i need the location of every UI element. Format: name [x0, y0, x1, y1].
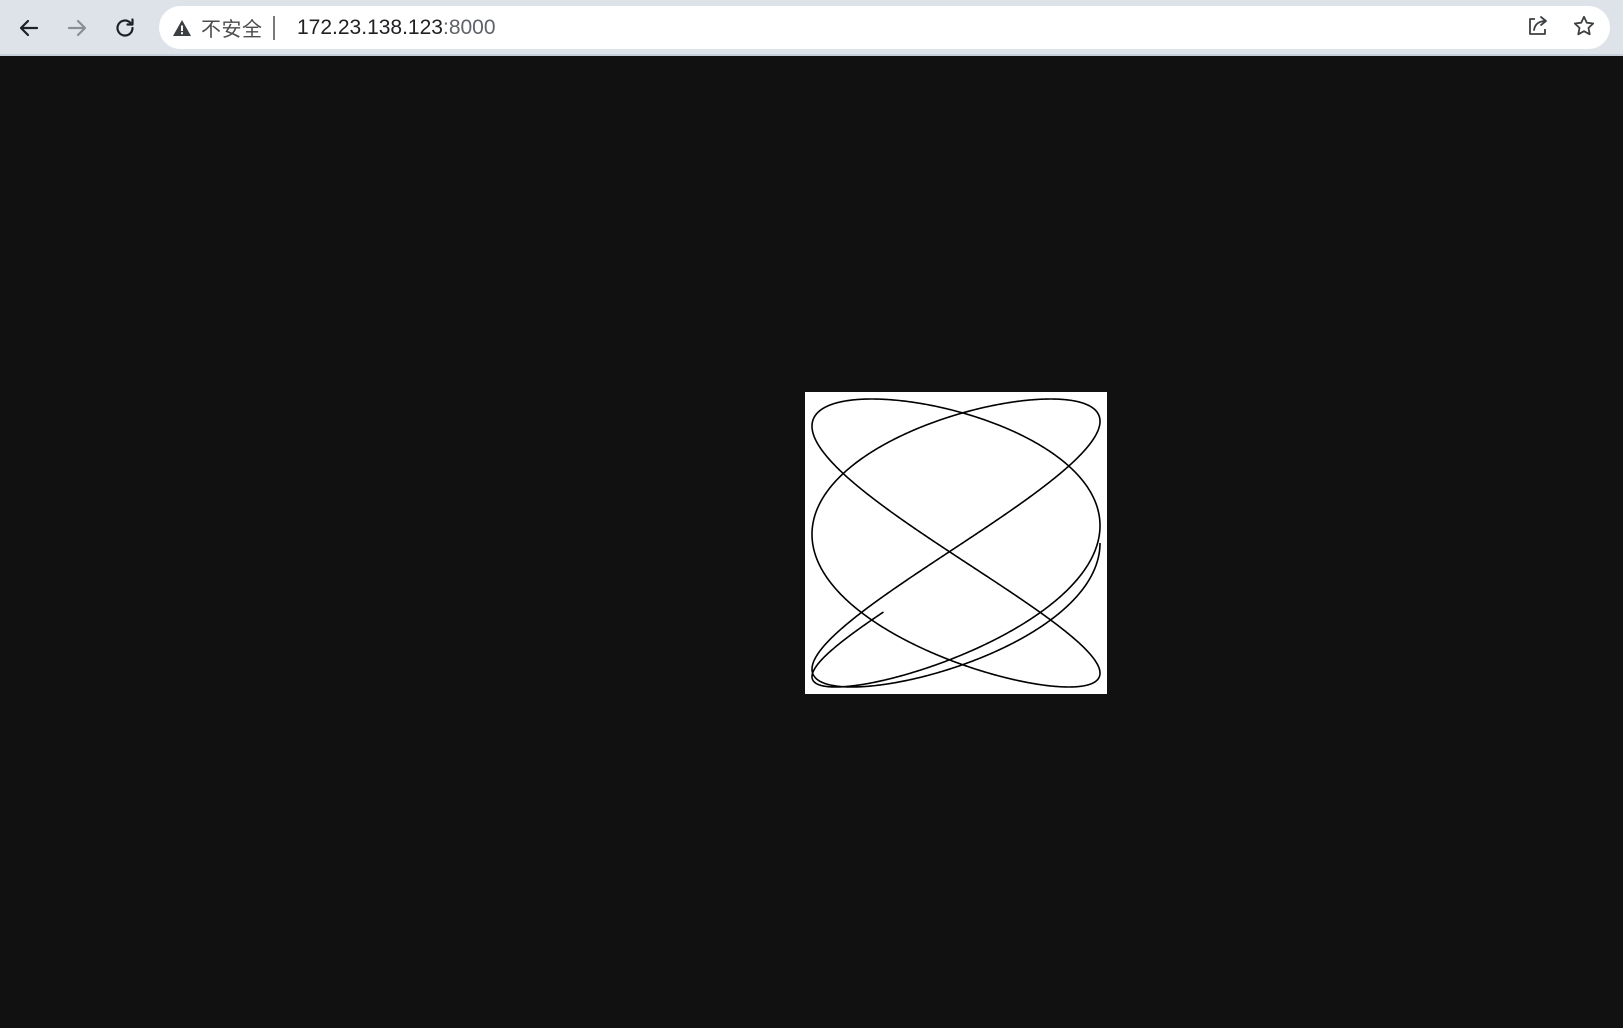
url-host: 172.23.138.123	[297, 16, 443, 39]
page-viewport	[0, 56, 1623, 1028]
star-icon	[1572, 14, 1596, 43]
forward-button[interactable]	[58, 9, 96, 47]
security-label: 不安全	[201, 17, 263, 41]
back-button[interactable]	[10, 9, 48, 47]
drawing-canvas[interactable]	[805, 392, 1107, 694]
reload-button[interactable]	[106, 9, 144, 47]
security-indicator[interactable]: 不安全	[171, 6, 275, 49]
reload-icon	[113, 16, 137, 40]
address-bar[interactable]: 不安全 172.23.138.123:8000	[159, 6, 1610, 49]
url-port: :8000	[442, 16, 496, 39]
bookmark-button[interactable]	[1570, 14, 1598, 42]
lissajous-curve	[811, 398, 1101, 688]
share-button[interactable]	[1524, 14, 1552, 42]
share-icon	[1526, 14, 1550, 43]
browser-toolbar: 不安全 172.23.138.123:8000	[0, 0, 1623, 56]
divider	[272, 15, 275, 40]
arrow-right-icon	[65, 16, 89, 40]
url-text[interactable]: 172.23.138.123:8000	[297, 6, 496, 49]
warning-triangle-icon	[171, 17, 193, 39]
curve-path	[811, 398, 1101, 688]
arrow-left-icon	[17, 16, 41, 40]
